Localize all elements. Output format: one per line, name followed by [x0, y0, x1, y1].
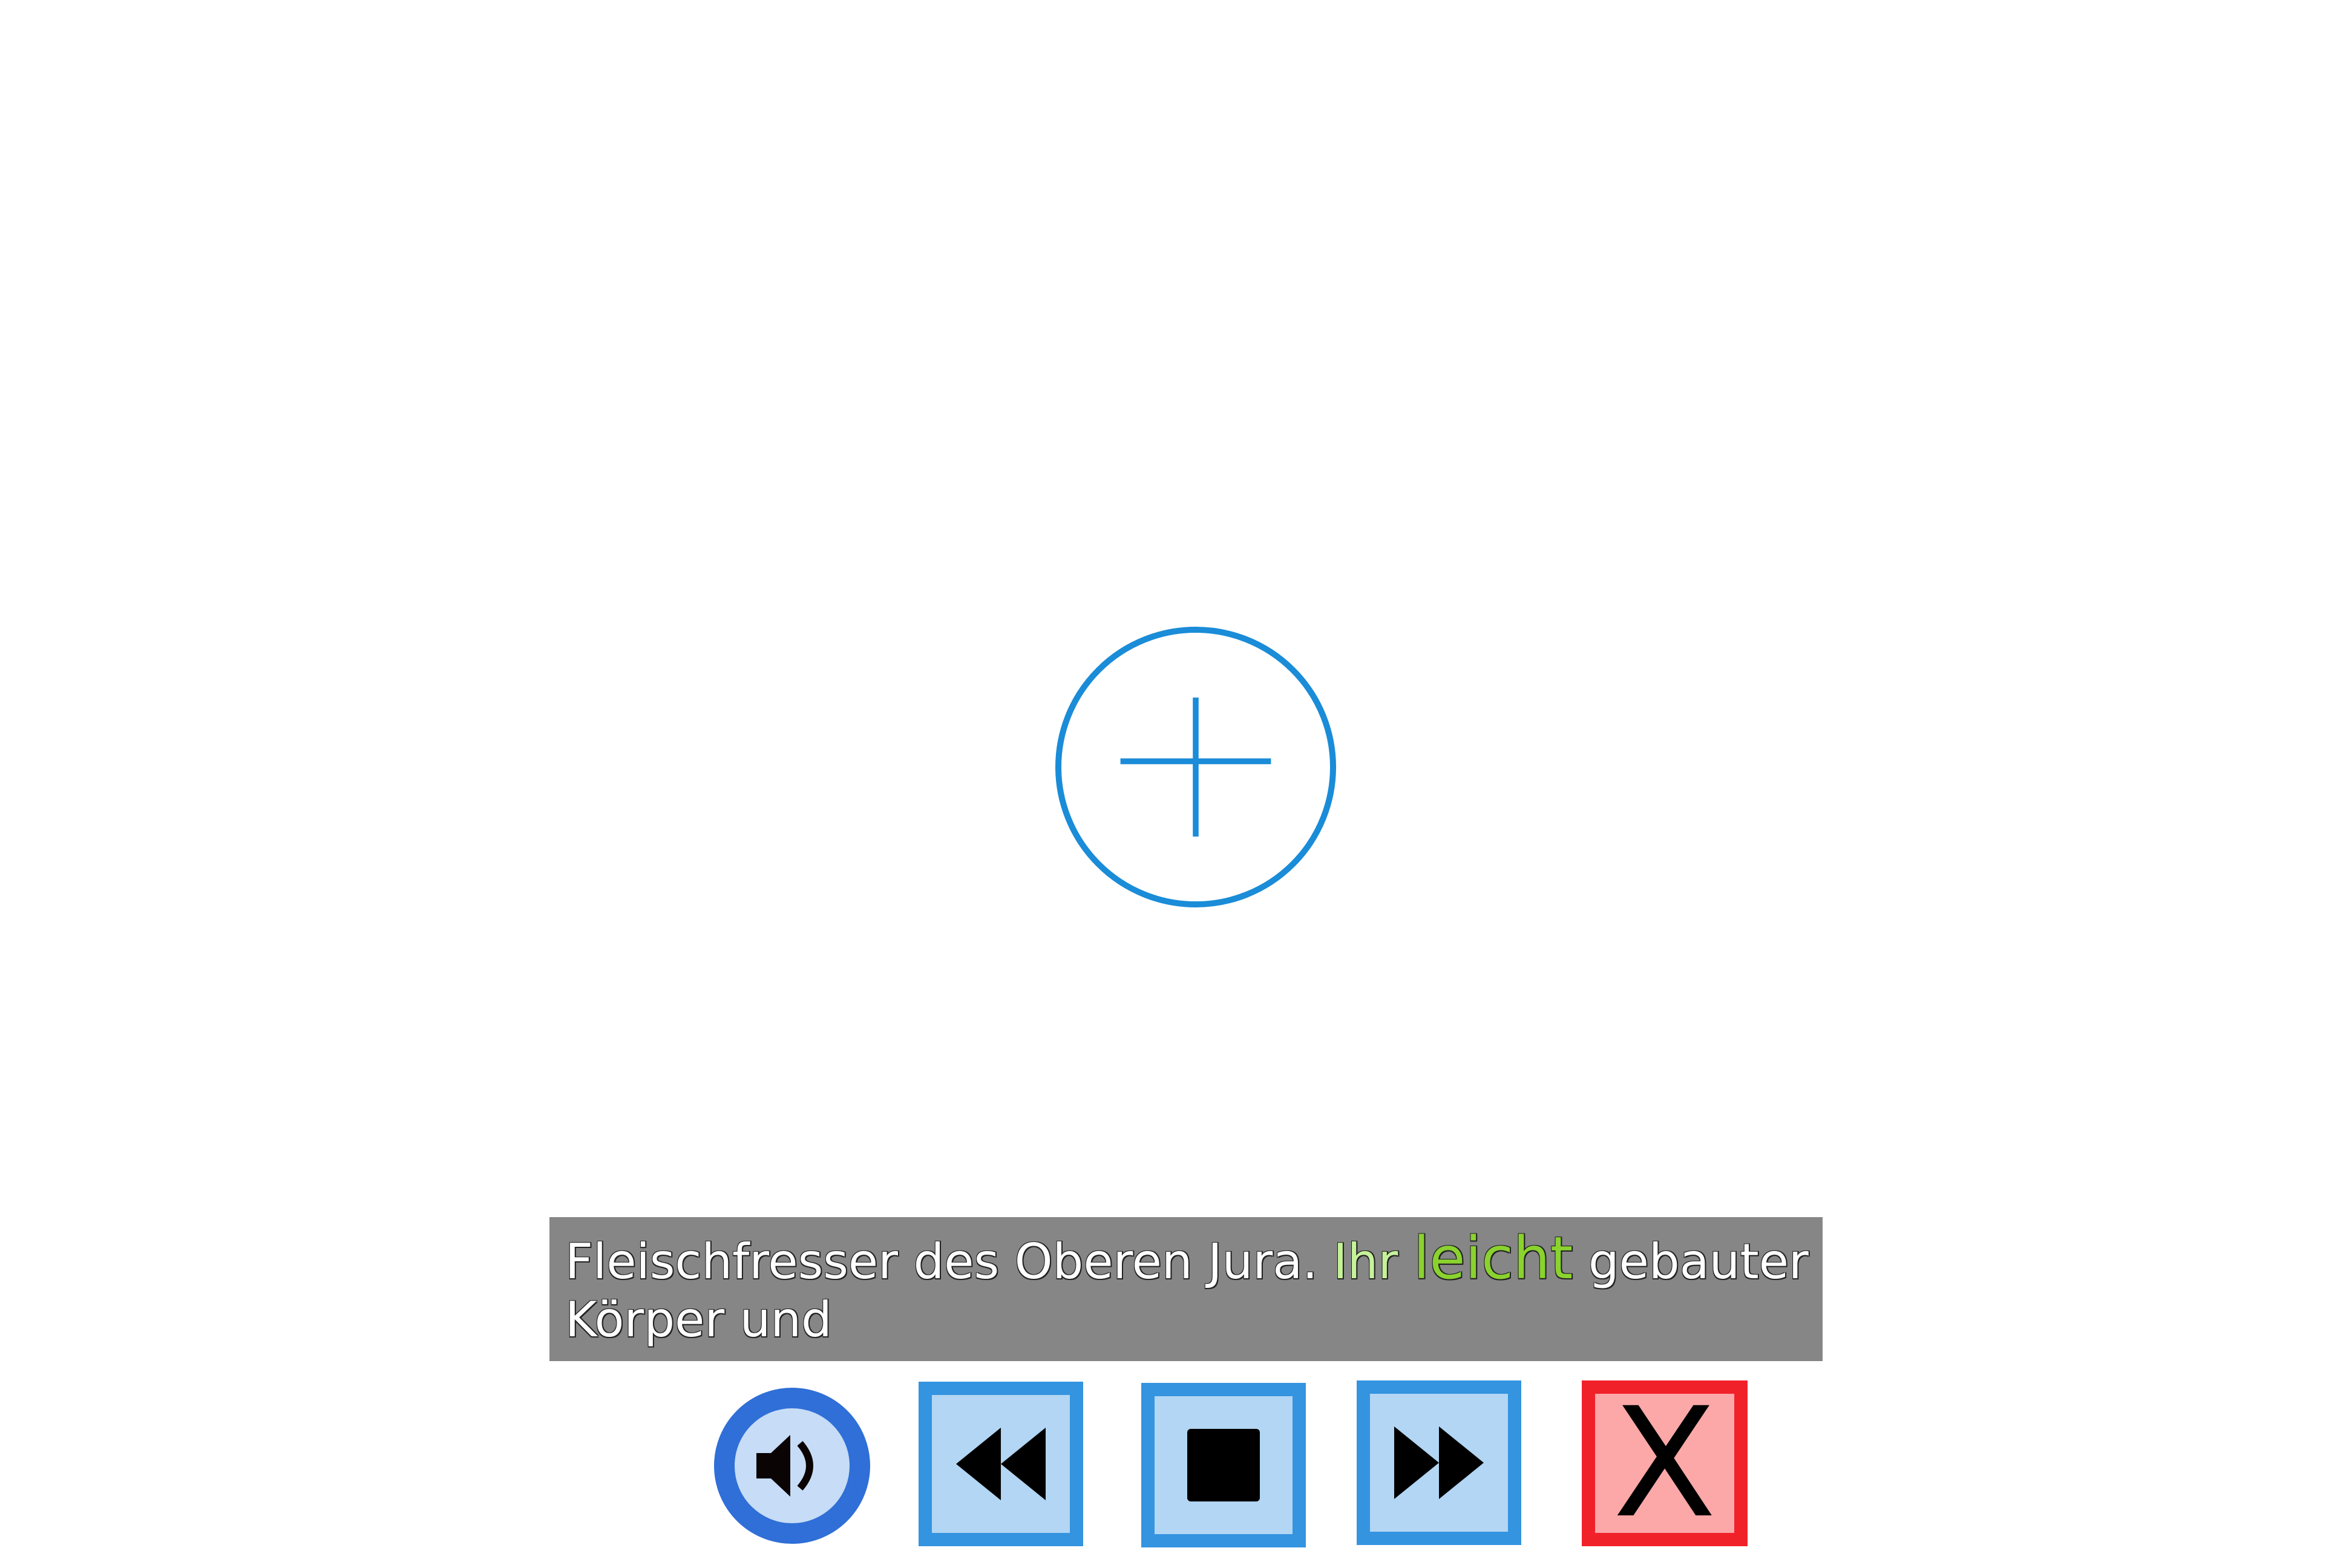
plus-icon	[1120, 697, 1271, 837]
caption-line-2: Körper und	[565, 1292, 832, 1348]
add-button[interactable]	[1055, 627, 1336, 907]
fast-forward-button[interactable]	[1357, 1380, 1521, 1545]
stop-button[interactable]	[1141, 1383, 1306, 1547]
caption-panel: Fleischfresser des Oberen Jura. Ihr leic…	[549, 1217, 1823, 1361]
speaker-icon	[756, 1435, 813, 1497]
rewind-icon	[956, 1428, 1046, 1500]
caption-text-before: Fleischfresser des Oberen Jura.	[565, 1233, 1334, 1290]
caption-line-1: Fleischfresser des Oberen Jura. Ihr leic…	[565, 1229, 1809, 1291]
close-icon: X	[1613, 1375, 1717, 1551]
caption-current-word: leicht	[1413, 1224, 1573, 1292]
stop-icon	[1187, 1429, 1260, 1501]
rewind-button[interactable]	[919, 1382, 1083, 1546]
caption-text-after: gebauter	[1573, 1233, 1809, 1290]
caption-read-word: Ihr	[1333, 1233, 1398, 1290]
screen: Fleischfresser des Oberen Jura. Ihr leic…	[0, 0, 2343, 1568]
speaker-button[interactable]	[714, 1388, 870, 1544]
fast-forward-icon	[1394, 1426, 1484, 1499]
close-button[interactable]: X	[1582, 1380, 1748, 1546]
